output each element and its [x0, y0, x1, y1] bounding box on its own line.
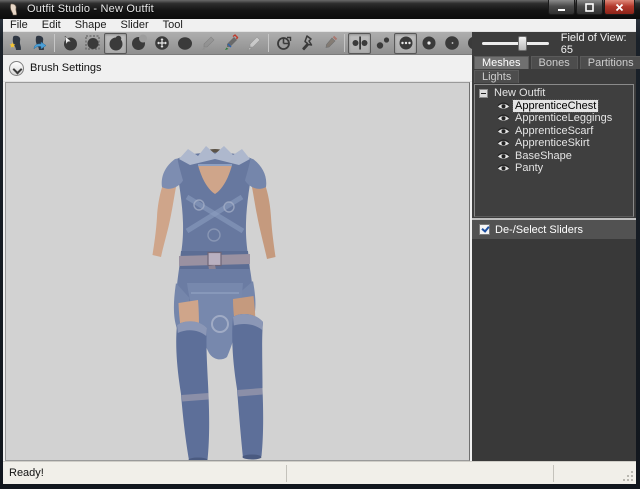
status-pane-divider — [553, 465, 554, 482]
tree-item-baseshape[interactable]: BaseShape — [479, 150, 633, 163]
menu-slider[interactable]: Slider — [114, 19, 156, 32]
toolbar-separator — [54, 34, 55, 52]
status-bar: Ready! — [3, 461, 636, 484]
tree-item-panty[interactable]: Panty — [479, 162, 633, 175]
eye-icon[interactable] — [497, 138, 510, 148]
status-pane-divider — [286, 465, 287, 482]
alpha-brush-icon[interactable] — [242, 33, 265, 54]
brush-settings-label: Brush Settings — [30, 62, 102, 74]
falloff-medium-icon[interactable] — [440, 33, 463, 54]
menu-file[interactable]: File — [3, 19, 35, 32]
fov-row: Field of View: 65 — [472, 32, 636, 55]
inflate-brush-icon[interactable] — [104, 33, 127, 54]
fov-label: Field of View: 65 — [561, 32, 636, 56]
tree-item-label[interactable]: ApprenticeLeggings — [513, 112, 614, 124]
work-area: Brush Settings — [3, 55, 472, 461]
move-brush-icon[interactable] — [150, 33, 173, 54]
eye-icon[interactable] — [497, 163, 510, 173]
tree-item-apprenticechest[interactable]: ApprenticeChest — [479, 100, 633, 113]
status-message: Ready! — [9, 467, 44, 479]
mask-brush-icon[interactable] — [81, 33, 104, 54]
sliders-header: De-/Select Sliders — [472, 220, 636, 239]
meshes-tree: New Outfit ApprenticeChest ApprenticeLeg… — [474, 84, 634, 217]
eye-icon[interactable] — [497, 113, 510, 123]
close-button[interactable] — [604, 0, 635, 15]
falloff-small-icon[interactable] — [417, 33, 440, 54]
connected-only-icon[interactable] — [371, 33, 394, 54]
tree-item-label[interactable]: ApprenticeSkirt — [513, 137, 592, 149]
tree-item-label[interactable]: BaseShape — [513, 150, 574, 162]
tab-lights[interactable]: Lights — [474, 70, 519, 83]
deselect-sliders-checkbox[interactable] — [479, 224, 490, 235]
tree-item-label[interactable]: ApprenticeChest — [513, 100, 598, 112]
collapse-expander-icon[interactable] — [479, 89, 488, 98]
main-toolbar — [3, 32, 472, 55]
panel-tabs: Meshes Bones Partitions Colors Lights — [474, 56, 634, 84]
tab-partitions[interactable]: Partitions — [580, 56, 640, 69]
select-tool-icon[interactable] — [58, 33, 81, 54]
brush-settings-collapse-button[interactable] — [9, 61, 24, 76]
fov-slider-thumb[interactable] — [518, 36, 527, 51]
window-frame: Outfit Studio - New Outfit File Edit Sha… — [0, 0, 640, 489]
tab-meshes[interactable]: Meshes — [474, 56, 529, 69]
tree-item-label[interactable]: ApprenticeScarf — [513, 125, 595, 137]
menu-bar: File Edit Shape Slider Tool — [3, 19, 636, 32]
brush-settings-bar: Brush Settings — [3, 55, 472, 82]
eye-icon[interactable] — [497, 126, 510, 136]
title-bar[interactable]: Outfit Studio - New Outfit — [0, 0, 640, 19]
tab-bones[interactable]: Bones — [531, 56, 578, 69]
sliders-list-area[interactable] — [472, 239, 636, 461]
tree-root-label[interactable]: New Outfit — [492, 87, 547, 99]
menu-edit[interactable]: Edit — [35, 19, 68, 32]
eye-icon[interactable] — [497, 101, 510, 111]
fov-slider[interactable] — [482, 42, 549, 45]
toolbar-separator — [344, 34, 345, 52]
weight-brush-icon[interactable] — [196, 33, 219, 54]
right-panel: Field of View: 65 Meshes Bones Partition… — [472, 32, 636, 461]
app-icon — [7, 3, 20, 16]
pin-icon[interactable] — [295, 33, 318, 54]
rotation-center-icon[interactable] — [272, 33, 295, 54]
new-project-icon[interactable] — [5, 33, 28, 54]
tree-item-label[interactable]: Panty — [513, 162, 545, 174]
tree-item-apprenticeskirt[interactable]: ApprenticeSkirt — [479, 137, 633, 150]
load-project-icon[interactable] — [28, 33, 51, 54]
smooth-brush-icon[interactable] — [173, 33, 196, 54]
menu-shape[interactable]: Shape — [68, 19, 114, 32]
pencil-icon[interactable] — [318, 33, 341, 54]
outfit-model — [129, 143, 299, 461]
sliders-header-label[interactable]: De-/Select Sliders — [495, 224, 583, 236]
menu-tool[interactable]: Tool — [156, 19, 190, 32]
global-brush-icon[interactable] — [394, 33, 417, 54]
minimize-button[interactable] — [548, 0, 575, 15]
tree-root[interactable]: New Outfit — [479, 87, 633, 100]
window-title: Outfit Studio - New Outfit — [27, 3, 154, 15]
3d-viewport[interactable] — [5, 82, 470, 461]
color-brush-icon[interactable] — [219, 33, 242, 54]
xmirror-toggle-icon[interactable] — [348, 33, 371, 54]
deflate-brush-icon[interactable] — [127, 33, 150, 54]
resize-grip-icon[interactable] — [622, 470, 635, 483]
maximize-button[interactable] — [576, 0, 603, 15]
tree-item-apprenticescarf[interactable]: ApprenticeScarf — [479, 125, 633, 138]
tree-item-apprenticeleggings[interactable]: ApprenticeLeggings — [479, 112, 633, 125]
toolbar-separator — [268, 34, 269, 52]
eye-icon[interactable] — [497, 151, 510, 161]
